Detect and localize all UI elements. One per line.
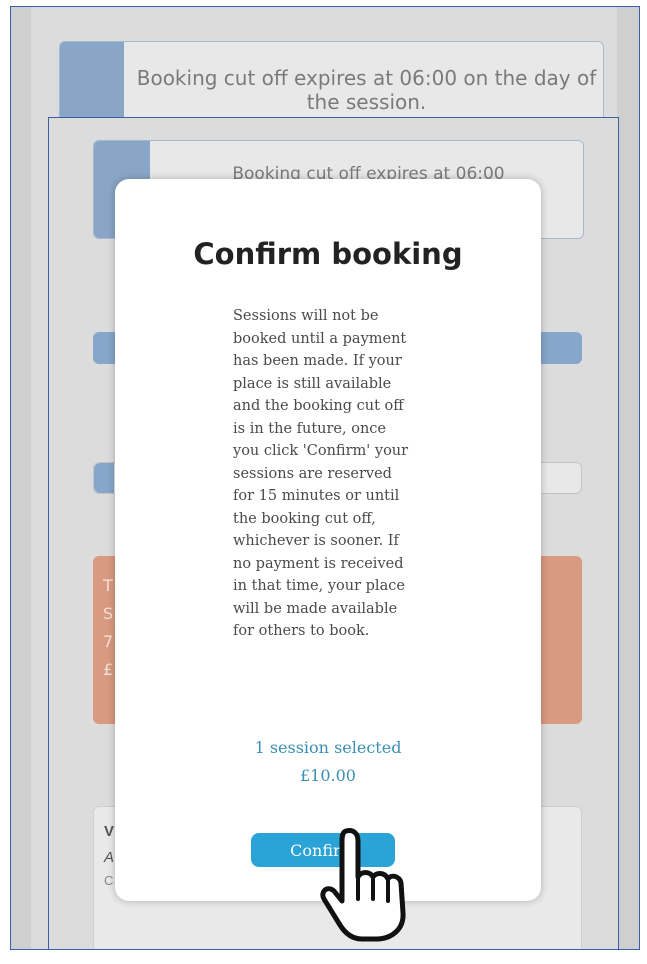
dialog-message-line: place is still available — [233, 375, 392, 392]
dialog-message-line: in that time, your place — [233, 578, 405, 594]
dialog-message-line: for 15 minutes or until — [233, 488, 400, 504]
dialog-message-line: is in the future, once — [233, 420, 387, 437]
dialog-message-line: has been made. If your — [233, 353, 402, 369]
booking-cutoff-text: Booking cut off expires at 06:00 on the … — [136, 66, 597, 114]
dialog-message-line: sessions are reserved — [233, 465, 392, 482]
session-card-peek-text: C — [104, 873, 114, 888]
session-card-peek-text: A — [104, 849, 115, 866]
page-gutter-right — [617, 7, 639, 949]
dialog-title: Confirm booking — [193, 237, 463, 271]
selector-cap — [94, 463, 114, 493]
hand-pointer-icon — [320, 828, 406, 942]
total-price: £10.00 — [300, 766, 356, 785]
page-gutter-left — [11, 7, 31, 949]
dialog-message: Sessions will not be booked until a payme… — [233, 305, 415, 643]
session-card-peek-text: V — [104, 823, 115, 840]
sessions-selected-count: 1 session selected — [254, 738, 402, 757]
dialog-message-line: you click 'Confirm' your — [233, 443, 409, 459]
dialog-message-line: and the booking cut off — [233, 398, 404, 414]
warning-peek-text: S — [103, 604, 114, 623]
dialog-message-line: whichever is sooner. If — [233, 533, 399, 549]
dialog-message-line: no payment is received — [233, 555, 404, 572]
dialog-message-line: Sessions will not be — [233, 308, 379, 324]
booking-summary: 1 session selected £10.00 — [115, 734, 541, 790]
dialog-message-line: will be made available — [233, 600, 398, 617]
warning-peek-text: T — [103, 576, 113, 595]
dialog-message-line: for others to book. — [233, 623, 370, 639]
warning-peek-text: £ — [103, 660, 114, 679]
dialog-message-line: the booking cut off, — [233, 510, 376, 527]
confirm-booking-dialog: Confirm booking Sessions will not be book… — [115, 179, 541, 901]
warning-peek-text: 7 — [103, 632, 114, 651]
dialog-message-line: booked until a payment — [233, 330, 407, 347]
